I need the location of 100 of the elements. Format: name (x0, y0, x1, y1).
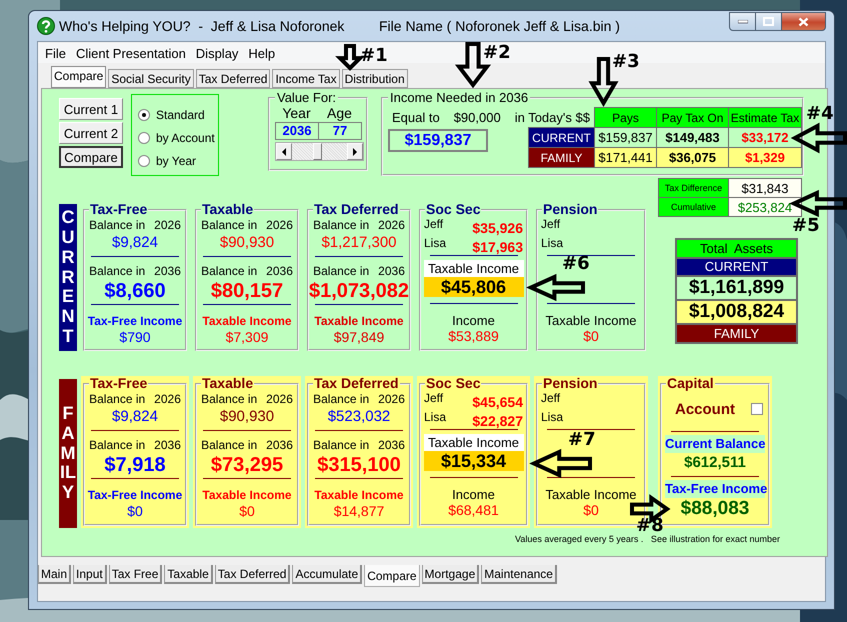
balance-year: 2036 (266, 264, 293, 279)
income-label: Taxable Income (202, 488, 292, 503)
table-cell: $171,441 (594, 147, 657, 168)
balance-year: 2026 (378, 218, 405, 233)
balance-label: Balance in (89, 264, 146, 279)
income-value: $0 (239, 503, 255, 520)
balance-label: Balance in (89, 392, 146, 407)
help-icon (37, 17, 55, 35)
row-header: CURRENT (675, 257, 798, 277)
column-label: Age (326, 105, 353, 122)
income-label: Taxable Income (314, 488, 404, 503)
tab[interactable]: Distribution (342, 69, 408, 88)
view-button[interactable]: Current 1 (59, 98, 123, 120)
card-title: Pension (542, 376, 598, 391)
tab[interactable]: Main (38, 565, 72, 584)
person-name: Lisa (424, 236, 446, 250)
tab[interactable]: Taxable (164, 565, 213, 584)
slider-thumb[interactable] (312, 143, 322, 160)
card-title: Tax-Free (89, 202, 148, 217)
menu-item[interactable]: Client Presentation (70, 46, 191, 60)
row-header: CURRENT (528, 127, 595, 148)
annotation-label: #7 (568, 430, 596, 450)
radio-label: Standard (156, 108, 205, 122)
side-label: FAMILY (59, 379, 77, 528)
balance-year: 2026 (266, 218, 293, 233)
view-button[interactable]: Current 2 (59, 122, 123, 144)
income-value: $0 (127, 503, 143, 520)
menu-item[interactable]: Help (243, 46, 280, 60)
annotation-label: #4 (806, 104, 834, 124)
card-title: Soc Sec (425, 376, 482, 391)
close-button[interactable] (782, 12, 826, 31)
column-header: Pays (594, 107, 657, 128)
table-cell: $36,075 (656, 147, 729, 168)
menu-item[interactable]: Display (190, 46, 244, 60)
view-button[interactable]: Compare (59, 146, 123, 168)
maximize-button[interactable] (756, 12, 782, 31)
card-title: Pension (542, 202, 598, 217)
balance-value: $9,824 (112, 407, 158, 426)
taxable-income-label: Taxable Income (424, 434, 524, 451)
minimize-button[interactable] (729, 12, 756, 31)
table-cell: $1,329 (728, 147, 802, 168)
tab[interactable]: Income Tax (272, 69, 340, 88)
window-title: Who's Helping YOU? - Jeff & Lisa Noforonek (59, 18, 346, 34)
table-header: Total Assets (675, 238, 798, 259)
balance-value: $7,918 (104, 453, 166, 477)
tab[interactable]: Compare (51, 66, 106, 88)
radio-button[interactable] (138, 108, 150, 120)
balance-label: Current Balance (665, 435, 765, 453)
income-needed-value: $159,837 (388, 129, 488, 152)
balance-year: 2026 (378, 392, 405, 407)
file-name: File Name ( Noforonek Jeff & Lisa.bin ) (379, 18, 620, 34)
tab[interactable]: Mortgage (422, 565, 480, 584)
balance-year: 2026 (154, 392, 181, 407)
year-slider[interactable] (275, 142, 364, 161)
balance-value: $315,100 (317, 453, 401, 477)
balance-value: $1,217,300 (321, 233, 397, 252)
taxable-income-value: $15,334 (424, 451, 524, 471)
radio-button[interactable] (138, 132, 150, 144)
tab[interactable]: Compare (364, 565, 420, 587)
right-arrow-icon (353, 148, 357, 156)
scroll-right-button[interactable] (347, 143, 363, 160)
annotation-label: #6 (562, 254, 590, 274)
balance-label: Balance in (313, 264, 370, 279)
menu-item[interactable]: File (40, 46, 71, 60)
balance-year: 2036 (154, 264, 181, 279)
balance-label: Balance in (313, 218, 370, 233)
annotation-label: #8 (636, 516, 664, 536)
tab[interactable]: Tax Deferred (214, 565, 290, 584)
today-label: in Today's $$ (514, 110, 590, 124)
tab[interactable]: Tax Free (108, 565, 162, 584)
tab[interactable]: Maintenance (481, 565, 557, 584)
income-value: $0 (583, 328, 599, 345)
group-title: Income Needed in 2036 (389, 91, 530, 105)
radio-label: by Year (156, 154, 196, 168)
income-label: Taxable Income (545, 487, 637, 502)
balance-label: Balance in (201, 392, 258, 407)
tab[interactable]: Accumulate (292, 565, 362, 584)
tab[interactable]: Input (73, 565, 107, 584)
income-value: $7,309 (226, 329, 268, 346)
footnote: Values averaged every 5 years . See illustration for exact number (515, 534, 780, 544)
person-name: Jeff (424, 217, 444, 231)
balance-year: 2036 (378, 438, 405, 453)
tab[interactable]: Social Security (108, 69, 194, 88)
person-name: Jeff (541, 391, 560, 405)
annotation-arrow (790, 122, 847, 154)
taxable-income-value: $45,806 (424, 277, 524, 297)
checkbox[interactable] (751, 403, 763, 415)
balance-value: $9,824 (112, 233, 158, 252)
benefit-value: $22,827 (472, 413, 523, 429)
table-cell: $31,843 (728, 178, 802, 198)
income-label: Income (452, 313, 495, 328)
maximize-icon (763, 17, 774, 26)
tab[interactable]: Tax Deferred (196, 69, 270, 88)
benefit-value: $35,926 (472, 220, 523, 236)
balance-label: Balance in (201, 438, 258, 453)
total-value: $1,008,824 (675, 299, 798, 325)
radio-button[interactable] (138, 154, 150, 166)
card-title: Tax-Free (89, 376, 148, 391)
scroll-left-button[interactable] (276, 143, 292, 160)
balance-label: Balance in (89, 218, 146, 233)
